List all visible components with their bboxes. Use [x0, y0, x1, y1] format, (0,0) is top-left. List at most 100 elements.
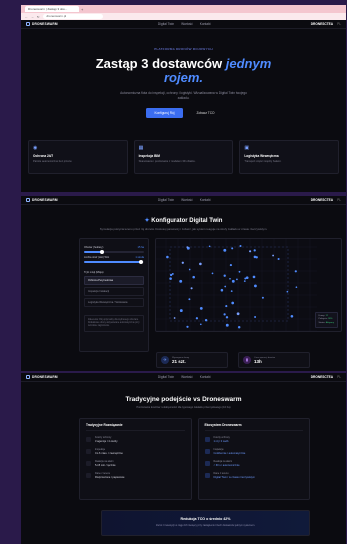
drone-marker	[236, 312, 240, 315]
new-tab-button[interactable]: +	[81, 7, 83, 12]
comparison-row: Inspekcje Codziennie / automatycznie	[204, 448, 304, 455]
nav-right: DRONESCTEA PL	[311, 22, 341, 26]
zones-slider[interactable]	[84, 259, 144, 264]
configurator-subtitle: Symulacja pokrycia terenu przez rój dron…	[99, 227, 268, 231]
comparison-row: Reakcja na alarm < 60 s / autonomicznie	[204, 460, 304, 467]
perimeter-outline	[169, 246, 289, 322]
slider-label-row: Liczba stref (Hot) Wnt 1 strefa	[84, 256, 144, 259]
feature-card: ▣ Logistyka Wewnętrzna Transport części …	[239, 140, 340, 174]
brand-logo[interactable]: DRONESWARM	[26, 375, 58, 379]
feature-title: Inspekcja BIM	[138, 154, 160, 158]
logo-icon	[26, 22, 30, 26]
slider-handle[interactable]	[139, 259, 143, 264]
digital-twin-map[interactable]: Drony: 12 Pokrycie: 98% Status: Aktywny	[155, 237, 342, 332]
nav-link-value[interactable]: Wartość	[181, 198, 193, 202]
comparison-columns: Tradycyjne Rozwiązanie Koszty ochrony 3 a…	[79, 418, 310, 500]
brand-name: DRONESWARM	[32, 22, 58, 26]
brand-name: DRONESWARM	[32, 198, 58, 202]
slider-label-row: Obszar (hektary) 15 ha	[84, 246, 144, 249]
configurator-title: ✦ Konfigurator Digital Twin	[21, 217, 346, 224]
language-switch[interactable]: PL	[337, 198, 341, 202]
drone-marker	[231, 279, 235, 283]
drone-marker	[272, 254, 275, 257]
mode-option[interactable]: Inspekcja Instalacji	[84, 286, 144, 296]
logo-icon	[26, 198, 30, 202]
stat-card: ✈ Wymagane drony 21 szt.	[156, 352, 228, 368]
zones-slider-value: 1 strefa	[135, 255, 144, 259]
recommendation-note: Zalecenia: Rój optymalny dla wybranego o…	[84, 314, 144, 333]
check-icon	[204, 473, 210, 478]
comparison-row: Koszty ochrony 1 rój / 0 osób	[204, 436, 304, 443]
comparison-row: Koszty ochrony 3 agencje / 4 osoby	[86, 436, 185, 443]
top-nav: DRONESWARM Digital Twin Wartość Kontakt …	[21, 20, 346, 29]
drone-marker	[231, 247, 234, 250]
drone-marker	[173, 316, 176, 319]
hero-screenshot: Dronesworm | Zastąp 3 dos... + ← → ↻ dro…	[21, 5, 346, 192]
configurator-screenshot: DRONESWARM Digital Twin Wartość Kontakt …	[21, 196, 346, 371]
nav-link-value[interactable]: Wartość	[181, 22, 193, 26]
nav-link-contact[interactable]: Kontakt	[200, 375, 211, 379]
nav-link-value[interactable]: Wartość	[181, 375, 193, 379]
back-icon[interactable]: ←	[25, 15, 28, 19]
see-tco-button[interactable]: Zobacz TCO	[191, 108, 221, 118]
drone-marker	[261, 296, 264, 299]
drone-marker	[223, 274, 226, 277]
configure-swarm-button[interactable]: Konfiguruj Rój	[146, 108, 183, 118]
brand-logo[interactable]: DRONESWARM	[26, 22, 58, 26]
nav-link-contact[interactable]: Kontakt	[200, 198, 211, 202]
feature-title: Ochrona 24/7	[33, 154, 54, 158]
slider-fill	[84, 260, 141, 263]
nav-right: DRONESCTEA PL	[311, 375, 341, 379]
slider-handle[interactable]	[100, 249, 104, 254]
feature-cards: ◉ Ochrona 24/7 Patrole autonomiczne bez …	[21, 140, 346, 174]
drone-marker	[245, 276, 249, 279]
drone-marker	[169, 273, 173, 276]
drone-marker	[181, 261, 184, 264]
nav-links: Digital Twin Wartość Kontakt	[158, 22, 211, 26]
forward-icon[interactable]: →	[31, 15, 34, 19]
map-legend: Drony: 12 Pokrycie: 98% Status: Aktywny	[314, 312, 338, 328]
drone-marker	[204, 318, 208, 322]
language-switch[interactable]: PL	[337, 22, 341, 26]
comparison-row: Dane z terenu Digital Twin / w czasie rze…	[204, 472, 304, 479]
feature-title: Logistyka Wewnętrzna	[244, 154, 279, 158]
drone-marker	[286, 290, 289, 293]
drone-marker	[229, 263, 232, 266]
nav-link-contact[interactable]: Kontakt	[200, 22, 211, 26]
drone-marker	[166, 255, 169, 259]
drone-marker	[208, 245, 211, 247]
drone-marker	[239, 244, 242, 247]
nav-link-digital-twin[interactable]: Digital Twin	[158, 22, 174, 26]
brand-logo[interactable]: DRONESWARM	[26, 198, 58, 202]
ruler-icon: ▦	[138, 145, 144, 151]
drone-marker	[192, 275, 195, 279]
browser-tab[interactable]: Dronesworm | Zastąp 3 dos...	[25, 6, 79, 12]
mode-option[interactable]: Ochrona Perymetrowa	[84, 275, 144, 285]
address-bar[interactable]: dronesworm.pl	[42, 14, 103, 19]
nav-link-digital-twin[interactable]: Digital Twin	[158, 375, 174, 379]
zones-slider-label: Liczba stref (Hot) Wnt	[84, 255, 110, 259]
stat-value: 13h	[254, 358, 262, 364]
language-switch[interactable]: PL	[337, 375, 341, 379]
nav-cta-button[interactable]: DRONESCTEA	[311, 22, 333, 26]
drone-marker	[294, 269, 297, 273]
drone-marker	[188, 298, 191, 300]
comparison-row: Reakcja na alarm 5-15 min / ręcznie	[86, 460, 185, 467]
column-header: Tradycyjne Rozwiązanie	[86, 423, 185, 431]
drone-marker	[195, 316, 199, 320]
nav-cta-button[interactable]: DRONESCTEA	[311, 375, 333, 379]
reload-icon[interactable]: ↻	[37, 15, 40, 19]
logo-icon	[26, 375, 30, 379]
nav-cta-button[interactable]: DRONESCTEA	[311, 198, 333, 202]
feature-desc: Patrole autonomiczne bez przerw.	[33, 160, 73, 163]
mode-option[interactable]: Logistyka Wewnętrzna / Sortowanie	[84, 297, 144, 307]
drone-icon: ✈	[161, 356, 169, 364]
area-slider[interactable]	[84, 249, 144, 254]
drone-marker	[252, 275, 256, 279]
drone-marker	[220, 288, 224, 292]
nav-right: DRONESCTEA PL	[311, 198, 341, 202]
hero-title-accent: jednym	[225, 56, 272, 71]
map-canvas	[156, 238, 317, 331]
drone-marker	[231, 301, 235, 305]
nav-link-digital-twin[interactable]: Digital Twin	[158, 198, 174, 202]
